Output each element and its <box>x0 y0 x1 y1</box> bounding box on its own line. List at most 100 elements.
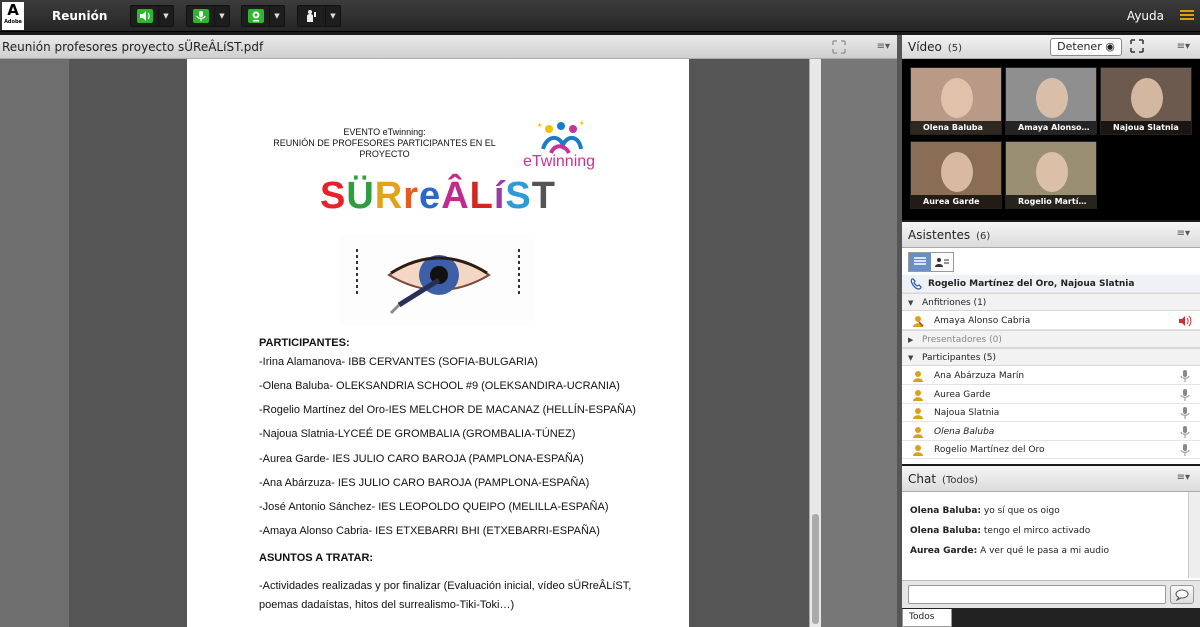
participant-line: -José Antonio Sánchez- IES LEOPOLDO QUEI… <box>259 501 609 513</box>
meeting-menu[interactable]: Reunión <box>52 9 107 23</box>
svg-text:★: ★ <box>537 122 542 129</box>
list-view-icon[interactable] <box>909 253 931 271</box>
project-title-letter: L <box>469 175 494 217</box>
attendees-pod: Asistentes (6) ≡▾ Rogelio Martínez del Or… <box>902 222 1200 464</box>
list-item[interactable]: Rogelio Martínez del Oro <box>902 441 1200 459</box>
speaker-icon[interactable] <box>131 6 159 26</box>
video-tile[interactable]: Amaya Alonso… <box>1005 67 1097 135</box>
video-tile-label: Olena Baluba <box>911 121 1001 134</box>
chat-sender: Olena Baluba <box>910 506 978 516</box>
microphone-icon <box>1178 443 1192 457</box>
attendee-view-toggle[interactable] <box>908 252 954 272</box>
pod-options-icon[interactable]: ≡▾ <box>1177 228 1190 239</box>
chat-scope: (Todos) <box>942 475 979 486</box>
attendees-title: Asistentes <box>908 228 971 242</box>
raise-hand-icon[interactable] <box>298 6 326 26</box>
hosts-group[interactable]: ▼ Anfitriones (1) <box>902 293 1200 311</box>
attendee-name: Olena Baluba <box>934 426 995 437</box>
document-viewer[interactable]: EVENTO eTwinning: REUNIÓN DE PROFESORES … <box>0 59 900 627</box>
chevron-down-icon[interactable]: ▼ <box>215 6 229 26</box>
participant-user-icon <box>912 370 924 382</box>
speech-bubble-icon <box>1175 589 1189 601</box>
list-item[interactable]: Najoua Slatnia <box>902 404 1200 422</box>
participant-face <box>1036 78 1068 118</box>
help-menu[interactable]: Ayuda <box>1127 9 1164 23</box>
chevron-down-icon[interactable]: ▼ <box>326 6 340 26</box>
chat-text: A ver qué le pasa a mi audio <box>980 546 1109 556</box>
project-title-letter: í <box>493 175 506 217</box>
microphone-icon <box>1178 369 1192 383</box>
pod-options-icon[interactable]: ≡▾ <box>877 41 890 52</box>
participant-line: -Amaya Alonso Cabria- IES ETXEBARRI BHI … <box>259 525 600 537</box>
attendee-name: Ana Abárzuza Marín <box>934 371 1025 381</box>
microphone-icon <box>1178 425 1192 439</box>
video-tile[interactable]: Olena Baluba <box>910 67 1002 135</box>
participants-group-label: Participantes (5) <box>922 353 997 363</box>
chevron-down-icon[interactable]: ▼ <box>159 6 173 26</box>
video-tile-label: Aurea Garde <box>911 195 1001 208</box>
event-heading: EVENTO eTwinning: REUNIÓN DE PROFESORES … <box>257 127 512 160</box>
phone-participants-text: Rogelio Martínez del Oro, Najoua Slatnia <box>928 279 1135 289</box>
chat-message: Aurea Garde: A ver qué le pasa a mi audi… <box>910 546 1109 556</box>
video-tile[interactable]: Najoua Slatnia <box>1100 67 1192 135</box>
participants-group[interactable]: ▼ Participantes (5) <box>902 348 1200 366</box>
camera-toggle[interactable]: ▼ <box>241 5 285 27</box>
topics-line: poemas dadaístas, hitos del surrealismo-… <box>259 599 515 611</box>
send-message-button[interactable] <box>1170 585 1194 604</box>
top-toolbar: A Adobe Reunión ▼ ▼ ▼ ▼ Ayuda <box>0 0 1200 32</box>
user-card-view-icon[interactable] <box>931 253 953 271</box>
project-title-letter: R <box>374 175 404 217</box>
host-user-icon <box>912 315 924 327</box>
video-tile[interactable]: Aurea Garde <box>910 141 1002 209</box>
pod-options-icon[interactable]: ≡▾ <box>1177 472 1190 483</box>
chat-scrollbar[interactable] <box>1188 492 1200 578</box>
attendees-count: (6) <box>976 231 991 242</box>
list-item[interactable]: Amaya Alonso Cabria <box>902 312 1200 330</box>
project-title-letter: r <box>403 175 420 217</box>
attendee-name: Amaya Alonso Cabria <box>934 316 1031 326</box>
share-pod: Reunión profesores proyecto sÜReÂLíST.pd… <box>0 35 900 627</box>
scrollbar-thumb[interactable] <box>812 514 819 624</box>
participant-line: -Rogelio Martínez del Oro-IES MELCHOR DE… <box>259 404 636 416</box>
video-title: Vídeo <box>908 40 942 54</box>
tab-todos[interactable]: Todos <box>902 609 952 627</box>
fullscreen-icon[interactable] <box>1130 39 1146 55</box>
chat-title: Chat <box>908 472 937 486</box>
chat-message: Olena Baluba: yo sí que os oigo <box>910 506 1060 516</box>
chat-input[interactable] <box>908 585 1166 604</box>
video-tile-label: Amaya Alonso… <box>1006 121 1096 134</box>
participant-face <box>1036 152 1068 192</box>
speaker-toggle[interactable]: ▼ <box>130 5 174 27</box>
stop-video-label: Detener <box>1057 40 1102 53</box>
event-line: PROYECTO <box>359 149 410 159</box>
video-pod: Vídeo (5) Detener ◉ ≡▾ Olena Baluba Amaya … <box>902 35 1200 220</box>
list-item[interactable]: Aurea Garde <box>902 386 1200 404</box>
status-toggle[interactable]: ▼ <box>297 5 341 27</box>
event-line: REUNIÓN DE PROFESORES PARTICIPANTES EN E… <box>273 138 496 148</box>
presenters-group-label: Presentadores (0) <box>922 335 1002 345</box>
participant-user-icon <box>912 389 924 401</box>
presenters-group[interactable]: ▶ Presentadores (0) <box>902 330 1200 348</box>
video-count: (5) <box>947 43 963 54</box>
topics-line: -Actividades realizadas y por finalizar … <box>259 580 632 592</box>
list-item[interactable]: Ana Abárzuza Marín <box>902 367 1200 385</box>
microphone-toggle[interactable]: ▼ <box>186 5 230 27</box>
project-title-letter: Â <box>441 175 470 217</box>
chat-sender: Aurea Garde <box>910 546 974 556</box>
list-item[interactable]: Olena Baluba <box>902 423 1200 441</box>
project-title-letter: Ü <box>346 175 375 217</box>
microphone-icon[interactable] <box>187 6 215 26</box>
project-title-letter: T <box>531 175 556 217</box>
pod-options-icon[interactable]: ≡▾ <box>1177 41 1190 52</box>
participants-heading: PARTICIPANTES: <box>259 337 350 349</box>
participant-line: -Irina Alamanova- IBB CERVANTES (SOFIA-B… <box>259 356 538 368</box>
document-scrollbar[interactable] <box>809 59 821 627</box>
fullscreen-icon[interactable] <box>832 40 846 57</box>
video-tile[interactable]: Rogelio Martí… <box>1005 141 1097 209</box>
chevron-down-icon[interactable]: ▼ <box>270 6 284 26</box>
document-gutter <box>821 59 900 627</box>
svg-text:★: ★ <box>579 120 584 127</box>
stop-video-button[interactable]: Detener ◉ <box>1050 38 1122 56</box>
attendees-pod-title: Asistentes (6) <box>908 228 990 242</box>
webcam-icon[interactable] <box>242 6 270 26</box>
